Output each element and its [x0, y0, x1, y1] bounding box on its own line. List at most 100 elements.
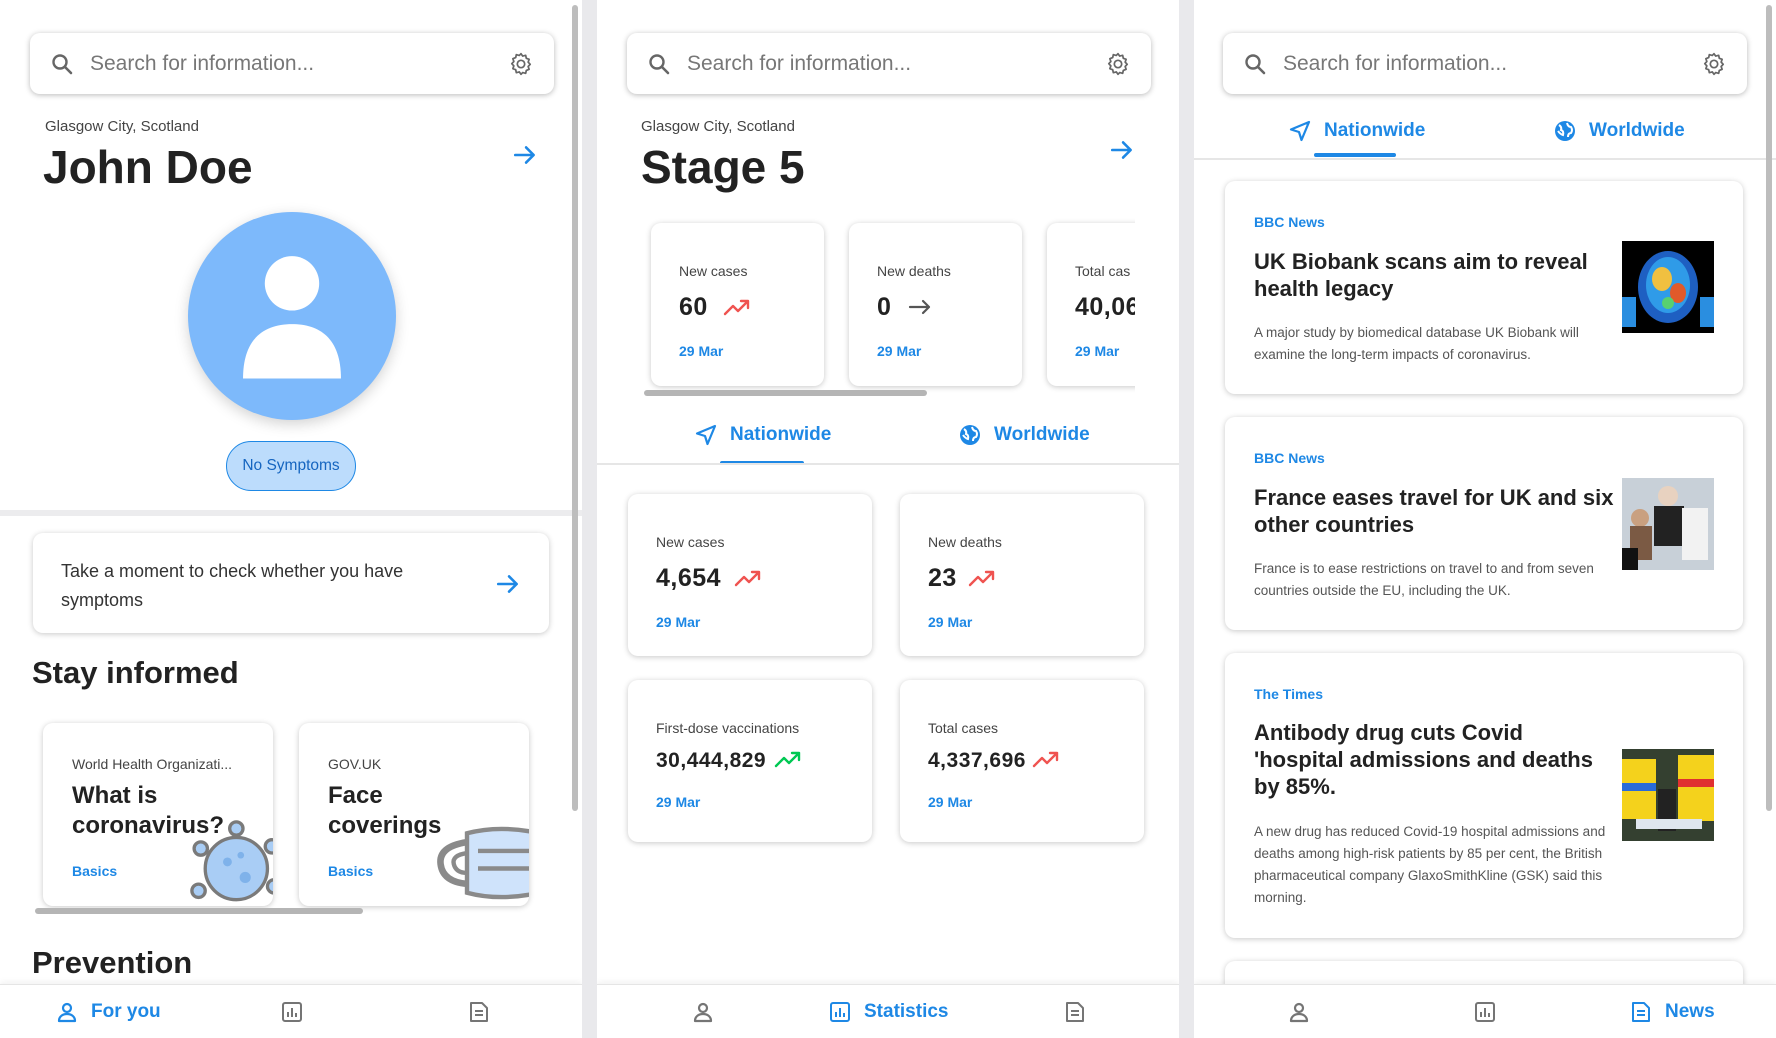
stat-card-local-new-cases[interactable]: New cases 60 29 Mar: [651, 223, 824, 386]
trend-up-icon: [734, 570, 761, 587]
stat-value: 0: [877, 293, 892, 321]
nav-statistics[interactable]: [1473, 985, 1497, 1038]
navigation-arrow-icon: [695, 424, 717, 446]
trend-flat-icon: [908, 299, 931, 315]
search-input[interactable]: Search for information...: [90, 52, 508, 76]
info-card-title: Face coverings: [328, 782, 442, 839]
stat-date: 29 Mar: [679, 343, 724, 359]
info-cards-scroll-indicator[interactable]: [35, 908, 363, 914]
stage-arrow-icon[interactable]: [1109, 137, 1135, 163]
gear-icon[interactable]: [1105, 51, 1131, 77]
stat-date: 29 Mar: [1075, 343, 1120, 359]
nav-news[interactable]: News: [1629, 985, 1715, 1038]
stay-informed-heading: Stay informed: [32, 655, 239, 690]
status-badge-label: No Symptoms: [242, 457, 340, 474]
search-icon: [649, 53, 670, 74]
search-bar[interactable]: Search for information...: [627, 33, 1151, 94]
tab-nationwide[interactable]: Nationwide: [694, 405, 831, 465]
local-stats-carousel[interactable]: New cases 60 29 Mar New deaths 0 29 Mar …: [597, 210, 1135, 400]
stat-label: New deaths: [877, 263, 951, 279]
location-label: Glasgow City, Scotland: [45, 118, 199, 135]
stat-label: New deaths: [928, 534, 1002, 550]
tab-worldwide[interactable]: Worldwide: [1553, 101, 1685, 161]
tab-nationwide[interactable]: Nationwide: [1288, 101, 1425, 161]
prevention-heading: Prevention: [32, 945, 193, 980]
news-article-card[interactable]: BBC News UK Biobank scans aim to reveal …: [1225, 181, 1743, 394]
statistics-screen: Search for information... Glasgow City, …: [597, 0, 1179, 1038]
document-icon: [1066, 1002, 1084, 1022]
nav-for-you-label: For you: [91, 1001, 161, 1022]
stat-value: 4,654: [656, 564, 722, 592]
stat-value: 40,06: [1075, 293, 1135, 321]
nav-news[interactable]: [1063, 985, 1087, 1038]
nav-for-you[interactable]: For you: [55, 985, 161, 1038]
person-icon: [57, 1002, 77, 1023]
info-card-tag: Basics: [72, 863, 118, 879]
stat-card-local-new-deaths[interactable]: New deaths 0 29 Mar: [849, 223, 1022, 386]
trend-up-icon: [723, 299, 750, 316]
search-icon: [1245, 53, 1266, 74]
stat-label: First-dose vaccinations: [656, 720, 800, 736]
tabs-divider: [1194, 158, 1776, 160]
stat-date: 29 Mar: [928, 794, 973, 810]
brain-scan-image: [1622, 241, 1714, 333]
tab-active-indicator: [1314, 153, 1396, 157]
tab-worldwide[interactable]: Worldwide: [958, 405, 1090, 465]
news-source: BBC News: [1254, 214, 1325, 230]
stat-value: 60: [679, 293, 708, 321]
page-scrollbar[interactable]: [1766, 5, 1772, 811]
search-bar[interactable]: Search for information...: [30, 33, 554, 94]
search-input[interactable]: Search for information...: [1283, 52, 1701, 76]
nav-statistics[interactable]: [280, 985, 304, 1038]
stat-card-national-new-cases[interactable]: New cases 4,654 29 Mar: [628, 494, 872, 656]
info-card-tag: Basics: [328, 863, 374, 879]
info-card-what-is-coronavirus[interactable]: World Health Organizati... What is coron…: [43, 723, 273, 906]
info-card-source: GOV.UK: [328, 756, 382, 772]
bottom-navigation: News: [1194, 984, 1776, 1038]
chart-icon: [1475, 1002, 1495, 1022]
profile-arrow-icon[interactable]: [512, 142, 538, 168]
info-card-source: World Health Organizati...: [72, 756, 233, 772]
news-title: UK Biobank scans aim to reveal health le…: [1254, 249, 1588, 301]
stat-card-national-new-deaths[interactable]: New deaths 23 29 Mar: [900, 494, 1144, 656]
chart-icon: [282, 1002, 302, 1022]
region-tabs: Nationwide Worldwide: [597, 405, 1179, 465]
search-input[interactable]: Search for information...: [687, 52, 1105, 76]
stat-label: New cases: [656, 534, 725, 550]
nav-statistics[interactable]: Statistics: [828, 985, 948, 1038]
nav-news[interactable]: [467, 985, 491, 1038]
document-icon: [470, 1002, 488, 1022]
nav-for-you[interactable]: [691, 985, 715, 1038]
page-scrollbar[interactable]: [572, 5, 578, 811]
news-description: France is to ease restrictions on travel…: [1254, 561, 1594, 598]
info-card-face-coverings[interactable]: GOV.UK Face coverings Basics: [299, 723, 529, 906]
stat-date: 29 Mar: [656, 794, 701, 810]
for-you-screen: Search for information... Glasgow City, …: [0, 0, 582, 1038]
symptom-check-card[interactable]: Take a moment to check whether you have …: [33, 533, 549, 633]
nav-statistics-label: Statistics: [864, 1001, 949, 1022]
gear-icon[interactable]: [508, 51, 534, 77]
news-screen: Search for information... Nationwide Wor…: [1194, 0, 1776, 1038]
local-stats-scroll-indicator[interactable]: [644, 390, 927, 396]
stat-card-national-total-cases[interactable]: Total cases 4,337,696 29 Mar: [900, 680, 1144, 842]
stat-label: Total cases: [928, 720, 999, 736]
tabs-divider: [597, 463, 1179, 465]
stat-card-local-total-cases[interactable]: Total cas 40,06 29 Mar: [1047, 223, 1135, 386]
news-article-card[interactable]: BBC News France eases travel for UK and …: [1225, 417, 1743, 630]
search-bar[interactable]: Search for information...: [1223, 33, 1747, 94]
trend-up-icon: [1032, 751, 1059, 768]
bottom-navigation: For you: [0, 984, 582, 1038]
news-title: Antibody drug cuts Covid 'hospital admis…: [1254, 720, 1593, 799]
nav-for-you[interactable]: [1287, 985, 1311, 1038]
stat-value: 4,337,696: [928, 749, 1026, 772]
stat-card-first-dose-vaccinations[interactable]: First-dose vaccinations 30,444,829 29 Ma…: [628, 680, 872, 842]
avatar[interactable]: [188, 212, 396, 420]
news-description: A new drug has reduced Covid-19 hospital…: [1254, 824, 1606, 905]
chart-icon: [830, 1002, 850, 1022]
stat-date: 29 Mar: [877, 343, 922, 359]
stat-value: 23: [928, 564, 957, 592]
news-article-card[interactable]: The Times Antibody drug cuts Covid 'hosp…: [1225, 653, 1743, 938]
news-title: France eases travel for UK and six other…: [1254, 485, 1614, 537]
symptom-check-arrow-icon[interactable]: [495, 571, 521, 597]
gear-icon[interactable]: [1701, 51, 1727, 77]
